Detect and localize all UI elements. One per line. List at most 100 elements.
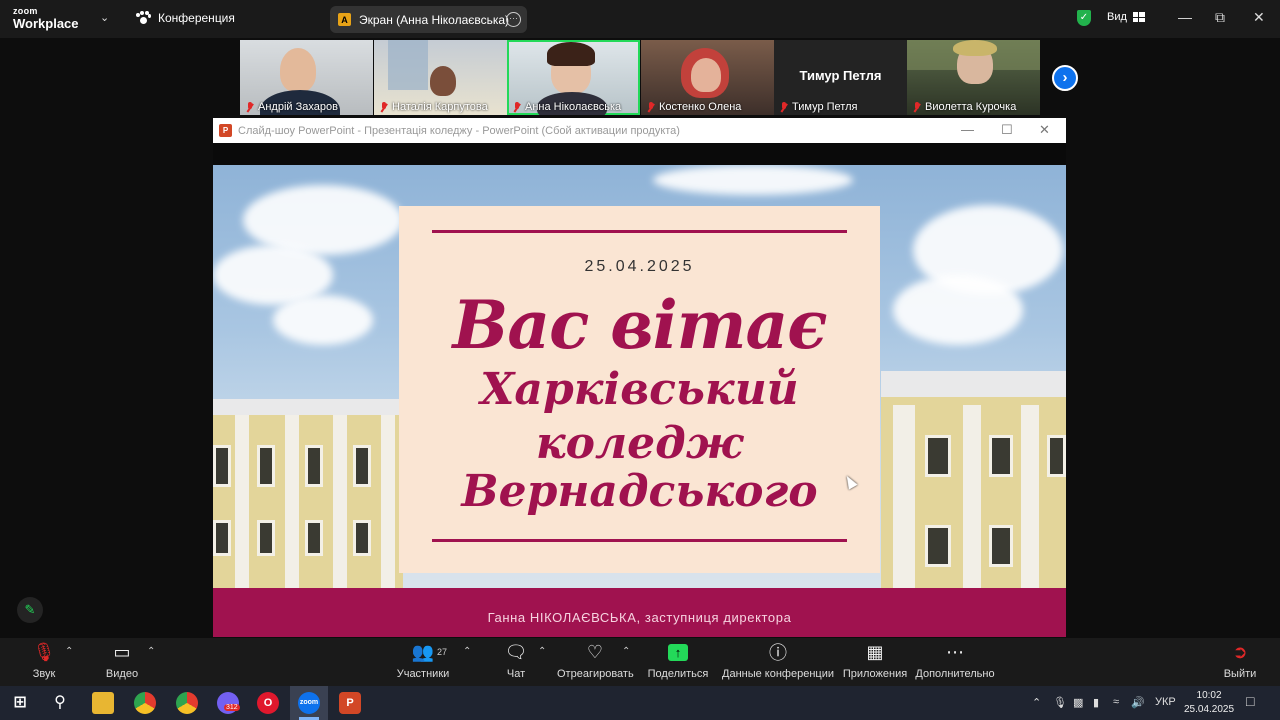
- language-indicator[interactable]: УКР: [1155, 696, 1176, 708]
- cloud: [653, 165, 853, 195]
- chevron-up-icon[interactable]: ⌃: [463, 646, 471, 657]
- building-window: [305, 445, 323, 487]
- slide-heading: Вас вітає: [452, 286, 828, 364]
- minimize-icon[interactable]: —: [1178, 9, 1192, 25]
- building-column: [1021, 405, 1039, 595]
- mic-muted-icon: [913, 101, 921, 113]
- ppt-title-bar: P Слайд-шоу PowerPoint - Презентація кол…: [213, 118, 1066, 143]
- participant-tile-active-speaker[interactable]: Анна Ніколаєвська: [507, 40, 640, 115]
- video-camera-icon: ▭: [113, 641, 131, 662]
- participant-tile[interactable]: Виолетта Курочка: [907, 40, 1040, 115]
- participant-tile[interactable]: Тимур Петля Тимур Петля: [774, 40, 907, 115]
- notification-icon[interactable]: □: [1246, 693, 1254, 709]
- building-window: [925, 525, 951, 567]
- chevron-down-icon[interactable]: ⌄: [100, 11, 109, 24]
- opera-icon[interactable]: O: [257, 692, 279, 714]
- cloud: [273, 295, 373, 345]
- participant-name: Виолетта Курочка: [913, 101, 1016, 113]
- chevron-up-icon[interactable]: ⌃: [538, 646, 546, 657]
- participants-button[interactable]: 👥 Участники: [393, 638, 453, 686]
- meeting-info-button[interactable]: ⓘ Данные конференции: [722, 638, 834, 686]
- shared-powerpoint-window: P Слайд-шоу PowerPoint - Презентація кол…: [213, 118, 1066, 637]
- participant-face: [430, 66, 456, 96]
- meeting-menu[interactable]: Конференция: [136, 11, 235, 25]
- view-button[interactable]: Вид: [1107, 11, 1145, 23]
- chat-button[interactable]: 🗨 Чат: [496, 638, 536, 686]
- chevron-up-icon[interactable]: ⌃: [622, 646, 630, 657]
- participant-face: [691, 58, 721, 92]
- divider-bottom: [432, 539, 847, 542]
- participant-tile[interactable]: Наталія Карпутова: [374, 40, 507, 115]
- participant-tile[interactable]: Андрій Захаров: [240, 40, 373, 115]
- file-explorer-icon[interactable]: [92, 692, 114, 714]
- slide: 25.04.2025 Вас вітає Харківський коледж …: [213, 165, 1066, 637]
- battery-icon[interactable]: ▮: [1093, 696, 1099, 709]
- ppt-maximize-icon[interactable]: ☐: [1001, 122, 1013, 138]
- screen-share-indicator[interactable]: A Экран (Анна Ніколаєвська) ···: [330, 6, 527, 33]
- brand-bottom: Workplace: [13, 16, 79, 31]
- chrome-icon[interactable]: [134, 692, 156, 714]
- mic-muted-icon: [246, 101, 254, 113]
- building-roof-right: [881, 371, 1066, 399]
- grid-view-icon: [1132, 12, 1145, 22]
- building-window: [305, 520, 323, 556]
- wifi-icon[interactable]: ≈: [1113, 696, 1119, 708]
- annotate-pencil-icon[interactable]: ✎: [17, 597, 43, 623]
- building-window: [257, 445, 275, 487]
- next-page-chevron-icon[interactable]: ›: [1052, 65, 1078, 91]
- microphone-icon[interactable]: 🎙: [1053, 696, 1067, 709]
- building-column: [285, 415, 299, 595]
- chevron-up-icon[interactable]: ⌃: [65, 646, 73, 657]
- cloud: [893, 275, 1023, 345]
- chat-bubble-icon: 🗨: [504, 641, 528, 662]
- windows-taskbar: ⊞ ⚲ 312 O zoom P ⌃ 🎙 ▩ ▮ ≈ 🔊 УКР 10:02 2…: [0, 686, 1280, 720]
- slide-footer: Ганна НІКОЛАЄВСЬКА, заступниця директора: [213, 588, 1066, 637]
- mic-muted-icon: [380, 101, 388, 113]
- volume-icon[interactable]: 🔊: [1131, 696, 1145, 709]
- meeting-label: Конференция: [158, 11, 235, 25]
- audio-button[interactable]: 🎙 Звук: [18, 638, 70, 686]
- apps-button[interactable]: ▦ Приложения: [842, 638, 908, 686]
- more-button[interactable]: ⋯ Дополнительно: [914, 638, 996, 686]
- tray-overflow-icon[interactable]: ⌃: [1032, 696, 1041, 709]
- participant-name: Костенко Олена: [647, 101, 741, 113]
- leave-label: Выйти: [1223, 668, 1257, 680]
- restore-icon[interactable]: ⧉: [1215, 9, 1225, 26]
- participants-label: Участники: [396, 668, 450, 680]
- chrome-profile-icon[interactable]: [176, 692, 198, 714]
- building-window: [989, 435, 1013, 477]
- brand-top: zoom: [13, 6, 38, 16]
- zoom-icon[interactable]: zoom: [298, 692, 320, 714]
- participant-face: [280, 48, 316, 92]
- building-window: [989, 525, 1013, 567]
- search-icon[interactable]: ⚲: [49, 692, 71, 714]
- mic-muted-icon: [513, 101, 521, 113]
- ppt-minimize-icon[interactable]: —: [961, 122, 974, 137]
- system-clock[interactable]: 10:02 25.04.2025: [1184, 689, 1234, 717]
- windows-start-icon[interactable]: ⊞: [9, 692, 31, 714]
- video-button[interactable]: ▭ Видео: [96, 638, 148, 686]
- chevron-up-icon[interactable]: ⌃: [147, 646, 155, 657]
- divider-top: [432, 230, 847, 233]
- powerpoint-taskbar-icon[interactable]: P: [339, 692, 361, 714]
- view-label: Вид: [1107, 11, 1127, 23]
- react-label: Отреагировать: [557, 668, 634, 680]
- participants-count: 27: [437, 647, 448, 657]
- close-icon[interactable]: ✕: [1253, 9, 1265, 26]
- shield-check-icon[interactable]: ✓: [1077, 10, 1091, 26]
- share-screen-icon: ↑: [645, 638, 711, 666]
- participant-hair: [547, 42, 595, 66]
- share-button[interactable]: ↑ Поделиться: [645, 638, 711, 686]
- participant-tile[interactable]: Костенко Олена: [641, 40, 774, 115]
- mic-muted-icon: 🎙: [32, 641, 56, 662]
- info-icon: ⓘ: [769, 643, 787, 663]
- more-dots-icon: ⋯: [946, 641, 964, 662]
- slide-subheading-3: Вернадського: [461, 466, 818, 517]
- participant-nameplate: Тимур Петля: [799, 68, 882, 83]
- building-window: [353, 445, 371, 487]
- ppt-close-icon[interactable]: ✕: [1039, 122, 1050, 138]
- more-label: Дополнительно: [915, 668, 995, 680]
- more-options-icon[interactable]: ···: [506, 12, 521, 27]
- leave-button[interactable]: ➲ Выйти: [1218, 638, 1262, 686]
- camera-icon[interactable]: ▩: [1073, 696, 1083, 709]
